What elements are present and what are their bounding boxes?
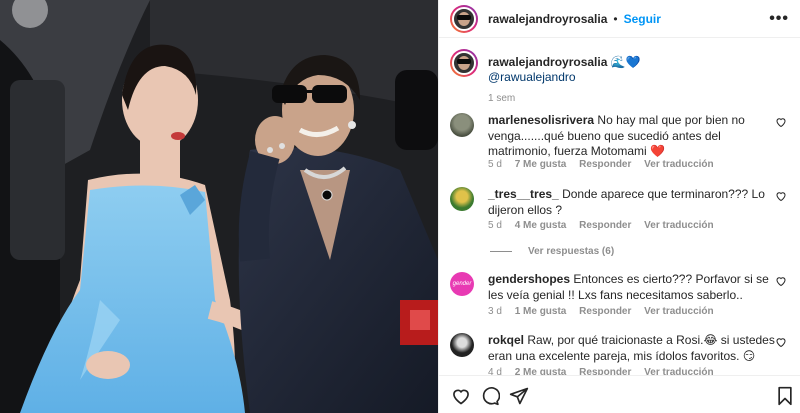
commenter-avatar[interactable] (450, 333, 474, 357)
commenter-avatar[interactable] (450, 187, 474, 211)
commenter-username[interactable]: rokqel (488, 333, 524, 347)
comment-text: marlenesolisrivera No hay mal que por bi… (488, 113, 780, 160)
commenter-username[interactable]: _tres__tres_ (488, 187, 559, 201)
post-actions-bar (439, 375, 800, 413)
comment-likes[interactable]: 4 Me gusta (515, 220, 567, 231)
comment-like-icon[interactable] (775, 116, 787, 128)
comment-meta: 5 d 4 Me gusta Responder Ver traducción (488, 220, 724, 231)
view-replies-button[interactable]: Ver respuestas (6) (490, 246, 614, 257)
caption-avatar[interactable] (450, 49, 478, 77)
header-separator: • (613, 11, 618, 26)
replies-divider (490, 251, 512, 252)
comment-body: Raw, por qué traicionaste a Rosi.😂 si us… (488, 333, 775, 363)
caption-text: rawalejandroyrosalia 🌊💙 @rawualejandro 1… (488, 55, 788, 106)
comments-list[interactable]: rawalejandroyrosalia 🌊💙 @rawualejandro 1… (439, 39, 800, 375)
caption-username[interactable]: rawalejandroyrosalia (488, 55, 607, 69)
commenter-username[interactable]: gendershopes (488, 272, 570, 286)
commenter-avatar[interactable]: gender (450, 272, 474, 296)
comment-item: marlenesolisrivera No hay mal que por bi… (450, 113, 795, 183)
author-avatar[interactable] (450, 4, 478, 33)
post-photo[interactable] (0, 0, 438, 413)
comment-icon[interactable] (480, 386, 500, 406)
commenter-avatar[interactable] (450, 113, 474, 137)
caption-time[interactable]: 1 sem (488, 91, 788, 106)
comment-like-icon[interactable] (775, 190, 787, 202)
comment-text: gendershopes Entonces es cierto??? Porfa… (488, 272, 780, 303)
comment-meta: 3 d 1 Me gusta Responder Ver traducción (488, 306, 724, 317)
bookmark-icon[interactable] (775, 386, 795, 406)
comment-item: rokqel Raw, por qué traicionaste a Rosi.… (450, 333, 795, 375)
comment-item: _tres__tres_ Donde aparece que terminaro… (450, 187, 795, 267)
comment-meta: 5 d 7 Me gusta Responder Ver traducción (488, 159, 724, 170)
comment-time[interactable]: 5 d (488, 159, 502, 170)
comment-time[interactable]: 5 d (488, 220, 502, 231)
comment-likes[interactable]: 7 Me gusta (515, 159, 567, 170)
comment-meta: 4 d 2 Me gusta Responder Ver traducción (488, 367, 724, 375)
comment-item: gender gendershopes Entonces es cierto??… (450, 272, 795, 322)
more-options-icon[interactable]: ••• (769, 10, 789, 28)
reply-button[interactable]: Responder (579, 159, 631, 170)
heart-icon[interactable] (451, 386, 471, 406)
view-replies-label: Ver respuestas (6) (528, 246, 615, 257)
comment-likes[interactable]: 1 Me gusta (515, 306, 567, 317)
comment-time[interactable]: 3 d (488, 306, 502, 317)
translate-button[interactable]: Ver traducción (644, 220, 713, 231)
reply-button[interactable]: Responder (579, 220, 631, 231)
translate-button[interactable]: Ver traducción (644, 367, 713, 375)
translate-button[interactable]: Ver traducción (644, 306, 713, 317)
follow-button[interactable]: Seguir (624, 12, 661, 26)
share-icon[interactable] (509, 386, 529, 406)
comment-text: rokqel Raw, por qué traicionaste a Rosi.… (488, 333, 780, 364)
comment-likes[interactable]: 2 Me gusta (515, 367, 567, 375)
post-header: rawalejandroyrosalia • Seguir ••• (439, 0, 800, 38)
commenter-username[interactable]: marlenesolisrivera (488, 113, 594, 127)
post-photo-illustration (0, 0, 438, 413)
comment-text: _tres__tres_ Donde aparece que terminaro… (488, 187, 780, 218)
translate-button[interactable]: Ver traducción (644, 159, 713, 170)
comment-like-icon[interactable] (775, 275, 787, 287)
post-side-panel: rawalejandroyrosalia • Seguir ••• rawale… (438, 0, 800, 413)
caption-emojis: 🌊💙 (610, 55, 641, 69)
reply-button[interactable]: Responder (579, 367, 631, 375)
author-username[interactable]: rawalejandroyrosalia (488, 12, 607, 26)
comment-time[interactable]: 4 d (488, 367, 502, 375)
reply-button[interactable]: Responder (579, 306, 631, 317)
caption-mention[interactable]: @rawualejandro (488, 70, 788, 85)
comment-like-icon[interactable] (775, 336, 787, 348)
